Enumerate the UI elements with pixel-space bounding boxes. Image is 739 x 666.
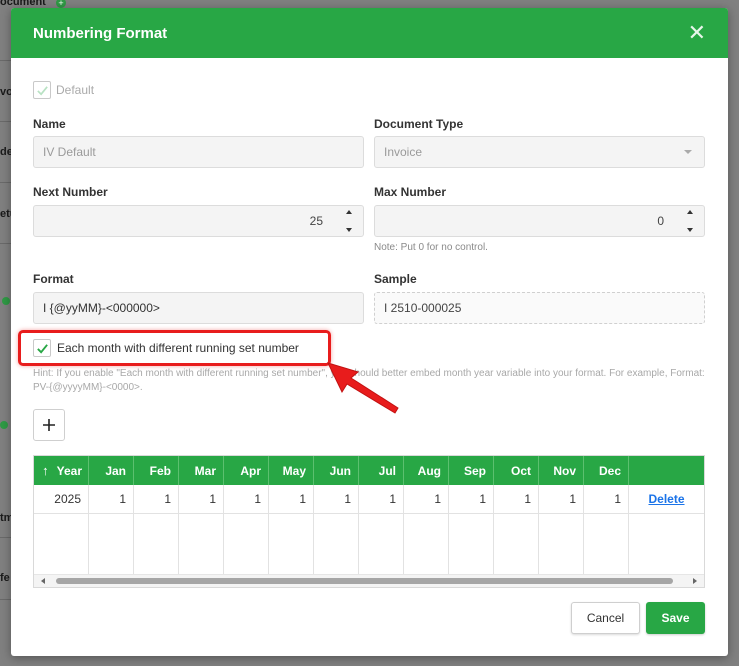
increment-icon[interactable] [346,210,352,214]
horizontal-scrollbar[interactable] [34,574,704,587]
cell-month[interactable]: 1 [494,485,539,513]
max-number-label: Max Number [374,185,447,199]
check-icon [36,85,48,95]
add-icon [2,297,10,305]
number-stepper[interactable] [346,210,354,232]
column-header: Oct [494,456,539,485]
document-type-label: Document Type [374,117,464,131]
scroll-left-icon[interactable] [41,578,45,584]
column-header: Apr [224,456,269,485]
background-text: ocument [0,0,46,8]
scroll-right-icon[interactable] [693,578,697,584]
year-month-table: ↑ Year Jan Feb Mar Apr May Jun Jul Aug Se… [33,455,705,588]
sample-field: I 2510-000025 [374,292,705,324]
dialog-header: Numbering Format ✕ [11,8,728,58]
cell-month[interactable]: 1 [449,485,494,513]
cell-month[interactable]: 1 [269,485,314,513]
add-row-button[interactable] [33,409,65,441]
column-header: Jul [359,456,404,485]
format-value: I {@yyMM}-<000000> [43,301,160,315]
cancel-button[interactable]: Cancel [571,602,640,634]
sort-icon: ↑ [42,463,49,478]
number-stepper[interactable] [687,210,695,232]
column-header: Mar [179,456,224,485]
table-empty-area [34,514,704,574]
cell-month[interactable]: 1 [314,485,359,513]
column-header: Jan [89,456,134,485]
sample-label: Sample [374,272,417,286]
name-field[interactable]: IV Default [33,136,364,168]
cell-year[interactable]: 2025 [34,485,89,513]
close-icon[interactable]: ✕ [688,22,706,44]
cell-month[interactable]: 1 [134,485,179,513]
name-label: Name [33,117,66,131]
table-row: 2025 1 1 1 1 1 1 1 1 1 1 1 1 Delete [34,485,704,514]
chevron-down-icon [684,150,692,154]
cell-month[interactable]: 1 [359,485,404,513]
format-field[interactable]: I {@yyMM}-<000000> [33,292,364,324]
sample-value: I 2510-000025 [384,301,462,315]
numbering-format-dialog: Numbering Format ✕ Default Name IV Defau… [11,8,728,656]
decrement-icon[interactable] [687,228,693,232]
plus-icon [43,419,55,431]
max-number-field[interactable]: 0 [374,205,705,237]
column-header: Aug [404,456,449,485]
next-number-field[interactable]: 25 [33,205,364,237]
document-type-select[interactable]: Invoice [374,136,705,168]
column-header: May [269,456,314,485]
column-header-year[interactable]: ↑ Year [34,456,89,485]
delete-link[interactable]: Delete [648,492,684,506]
document-type-value: Invoice [384,145,423,159]
column-header: Jun [314,456,359,485]
cell-month[interactable]: 1 [89,485,134,513]
highlight-box [18,330,331,366]
max-number-value: 0 [657,214,664,228]
column-header: Dec [584,456,629,485]
column-header: Sep [449,456,494,485]
cell-month[interactable]: 1 [584,485,629,513]
cell-month[interactable]: 1 [224,485,269,513]
add-icon [0,421,8,429]
max-number-note: Note: Put 0 for no control. [374,242,488,253]
cell-month[interactable]: 1 [404,485,449,513]
cell-month[interactable]: 1 [179,485,224,513]
delete-cell: Delete [629,485,704,513]
cell-month[interactable]: 1 [539,485,584,513]
dialog-title: Numbering Format [33,24,168,42]
scrollbar-thumb[interactable] [56,578,673,584]
decrement-icon[interactable] [346,228,352,232]
next-number-label: Next Number [33,185,108,199]
annotation-arrow-icon [327,362,399,414]
background-text: fe [0,572,10,584]
default-label: Default [56,83,95,97]
add-icon: + [56,0,66,8]
increment-icon[interactable] [687,210,693,214]
column-header-actions [629,456,704,485]
next-number-value: 25 [309,214,323,228]
column-header: Nov [539,456,584,485]
column-header: Feb [134,456,179,485]
default-checkbox[interactable] [33,81,51,99]
default-checkbox-row: Default [33,81,94,99]
table-header: ↑ Year Jan Feb Mar Apr May Jun Jul Aug Se… [34,456,704,485]
save-button[interactable]: Save [646,602,705,634]
format-label: Format [33,272,74,286]
name-value: IV Default [43,145,96,159]
